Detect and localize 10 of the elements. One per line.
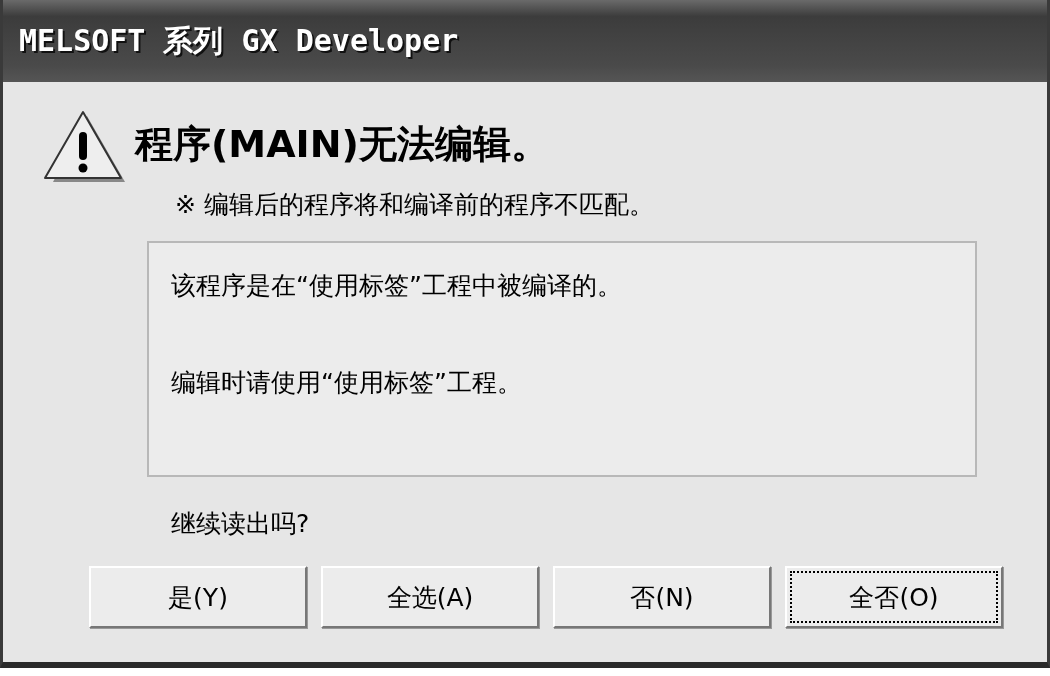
- dialog-button[interactable]: 是(Y): [89, 566, 307, 628]
- window-title: MELSOFT 系列 GX Developer: [19, 21, 459, 60]
- note-text: ※ 编辑后的程序将和编译前的程序不匹配。: [175, 189, 655, 221]
- dialog-heading: 程序(MAIN)无法编辑。: [135, 120, 549, 168]
- dialog-button[interactable]: 全否(O): [785, 566, 1003, 628]
- dialog-button[interactable]: 否(N): [553, 566, 771, 628]
- question-text: 继续读出吗?: [171, 508, 311, 540]
- message-text: 编辑时请使用“使用标签”工程。: [171, 367, 523, 399]
- message-text: 该程序是在“使用标签”工程中被编译的。: [171, 270, 623, 302]
- dialog-button[interactable]: 全选(A): [321, 566, 539, 628]
